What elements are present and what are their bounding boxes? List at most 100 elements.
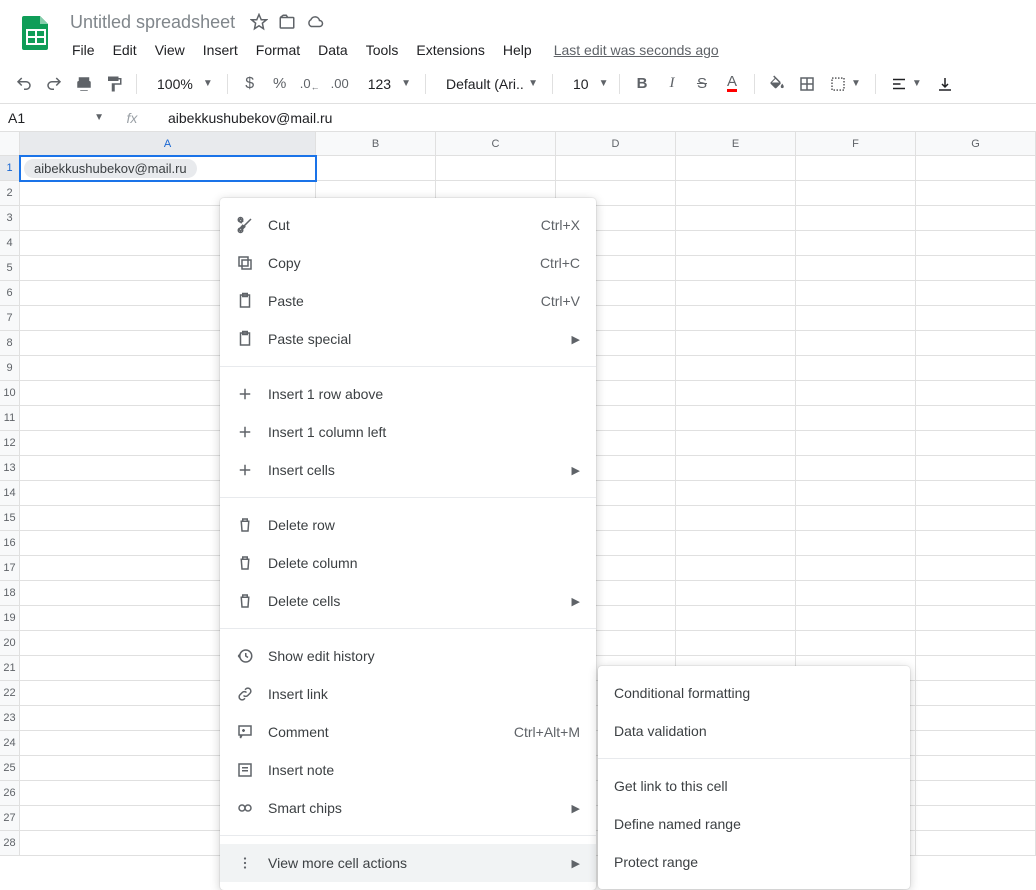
menu-item-cut[interactable]: CutCtrl+X	[220, 206, 596, 244]
cell[interactable]	[916, 806, 1036, 831]
cell[interactable]	[676, 406, 796, 431]
menu-data[interactable]: Data	[310, 38, 356, 62]
doc-title[interactable]: Untitled spreadsheet	[64, 10, 241, 35]
cell[interactable]	[916, 331, 1036, 356]
menu-file[interactable]: File	[64, 38, 103, 62]
row-header[interactable]: 3	[0, 206, 20, 231]
row-header[interactable]: 21	[0, 656, 20, 681]
cell[interactable]	[796, 606, 916, 631]
col-header-b[interactable]: B	[316, 132, 436, 156]
cell[interactable]	[676, 631, 796, 656]
cell[interactable]	[916, 456, 1036, 481]
submenu-item-conditional-formatting[interactable]: Conditional formatting	[598, 674, 910, 712]
submenu-item-protect-range[interactable]: Protect range	[598, 843, 910, 881]
cell[interactable]	[676, 281, 796, 306]
cell[interactable]	[796, 506, 916, 531]
cell[interactable]	[916, 431, 1036, 456]
cell[interactable]	[796, 281, 916, 306]
more-formats-dropdown[interactable]: 123▼	[356, 76, 417, 92]
menu-item-insert-1-row-above[interactable]: Insert 1 row above	[220, 375, 596, 413]
cell[interactable]	[796, 581, 916, 606]
menu-item-paste-special[interactable]: Paste special▶	[220, 320, 596, 358]
row-header[interactable]: 9	[0, 356, 20, 381]
cell[interactable]	[796, 356, 916, 381]
row-header[interactable]: 12	[0, 431, 20, 456]
cell[interactable]	[676, 556, 796, 581]
row-header[interactable]: 16	[0, 531, 20, 556]
cell[interactable]	[676, 481, 796, 506]
strikethrough-button[interactable]: S	[688, 70, 716, 98]
row-header[interactable]: 20	[0, 631, 20, 656]
redo-button[interactable]	[40, 70, 68, 98]
cell[interactable]	[916, 656, 1036, 681]
sheets-logo[interactable]	[16, 12, 56, 52]
menu-tools[interactable]: Tools	[358, 38, 407, 62]
cell[interactable]	[676, 231, 796, 256]
row-header[interactable]: 4	[0, 231, 20, 256]
cell[interactable]	[676, 306, 796, 331]
name-box[interactable]: A1	[0, 110, 56, 126]
menu-item-insert-cells[interactable]: Insert cells▶	[220, 451, 596, 489]
move-icon[interactable]	[277, 12, 297, 32]
cell[interactable]	[796, 306, 916, 331]
row-header[interactable]: 28	[0, 831, 20, 856]
fill-color-button[interactable]	[763, 70, 791, 98]
valign-dropdown[interactable]	[930, 75, 960, 93]
font-size-dropdown[interactable]: 10▼	[561, 76, 611, 92]
menu-view[interactable]: View	[147, 38, 193, 62]
row-header[interactable]: 19	[0, 606, 20, 631]
cell[interactable]	[796, 181, 916, 206]
cell[interactable]	[916, 731, 1036, 756]
row-header[interactable]: 1	[0, 156, 20, 181]
smart-chip[interactable]: aibekkushubekov@mail.ru	[24, 159, 197, 178]
cell[interactable]	[676, 381, 796, 406]
cell[interactable]	[796, 531, 916, 556]
row-header[interactable]: 8	[0, 331, 20, 356]
menu-item-smart-chips[interactable]: Smart chips▶	[220, 789, 596, 827]
menu-item-paste[interactable]: PasteCtrl+V	[220, 282, 596, 320]
cell[interactable]	[796, 231, 916, 256]
cell[interactable]	[916, 256, 1036, 281]
borders-button[interactable]	[793, 70, 821, 98]
menu-extensions[interactable]: Extensions	[408, 38, 492, 62]
row-header[interactable]: 17	[0, 556, 20, 581]
star-icon[interactable]	[249, 12, 269, 32]
submenu-item-data-validation[interactable]: Data validation	[598, 712, 910, 750]
cell[interactable]	[316, 156, 436, 181]
zoom-dropdown[interactable]: 100%▼	[145, 76, 219, 92]
row-header[interactable]: 24	[0, 731, 20, 756]
percent-button[interactable]: %	[266, 70, 294, 98]
cloud-icon[interactable]	[305, 12, 325, 32]
cell[interactable]: aibekkushubekov@mail.ru	[20, 156, 316, 181]
cell[interactable]	[916, 306, 1036, 331]
row-header[interactable]: 18	[0, 581, 20, 606]
cell[interactable]	[916, 406, 1036, 431]
cell[interactable]	[796, 631, 916, 656]
col-header-e[interactable]: E	[676, 132, 796, 156]
menu-item-copy[interactable]: CopyCtrl+C	[220, 244, 596, 282]
cell[interactable]	[916, 356, 1036, 381]
align-dropdown[interactable]: ▼	[884, 75, 928, 93]
cell[interactable]	[916, 556, 1036, 581]
menu-item-delete-cells[interactable]: Delete cells▶	[220, 582, 596, 620]
menu-help[interactable]: Help	[495, 38, 540, 62]
cell[interactable]	[916, 481, 1036, 506]
cell[interactable]	[796, 156, 916, 181]
cell[interactable]	[916, 631, 1036, 656]
cell[interactable]	[436, 156, 556, 181]
cell[interactable]	[916, 681, 1036, 706]
submenu-item-get-link-to-this-cell[interactable]: Get link to this cell	[598, 767, 910, 805]
cell[interactable]	[676, 156, 796, 181]
cell[interactable]	[796, 331, 916, 356]
row-header[interactable]: 5	[0, 256, 20, 281]
row-header[interactable]: 11	[0, 406, 20, 431]
cell[interactable]	[916, 831, 1036, 856]
row-header[interactable]: 10	[0, 381, 20, 406]
col-header-c[interactable]: C	[436, 132, 556, 156]
select-all-corner[interactable]	[0, 132, 20, 156]
menu-item-delete-row[interactable]: Delete row	[220, 506, 596, 544]
text-color-button[interactable]: A	[718, 70, 746, 98]
cell[interactable]	[916, 206, 1036, 231]
menu-item-insert-1-column-left[interactable]: Insert 1 column left	[220, 413, 596, 451]
col-header-a[interactable]: A	[20, 132, 316, 156]
